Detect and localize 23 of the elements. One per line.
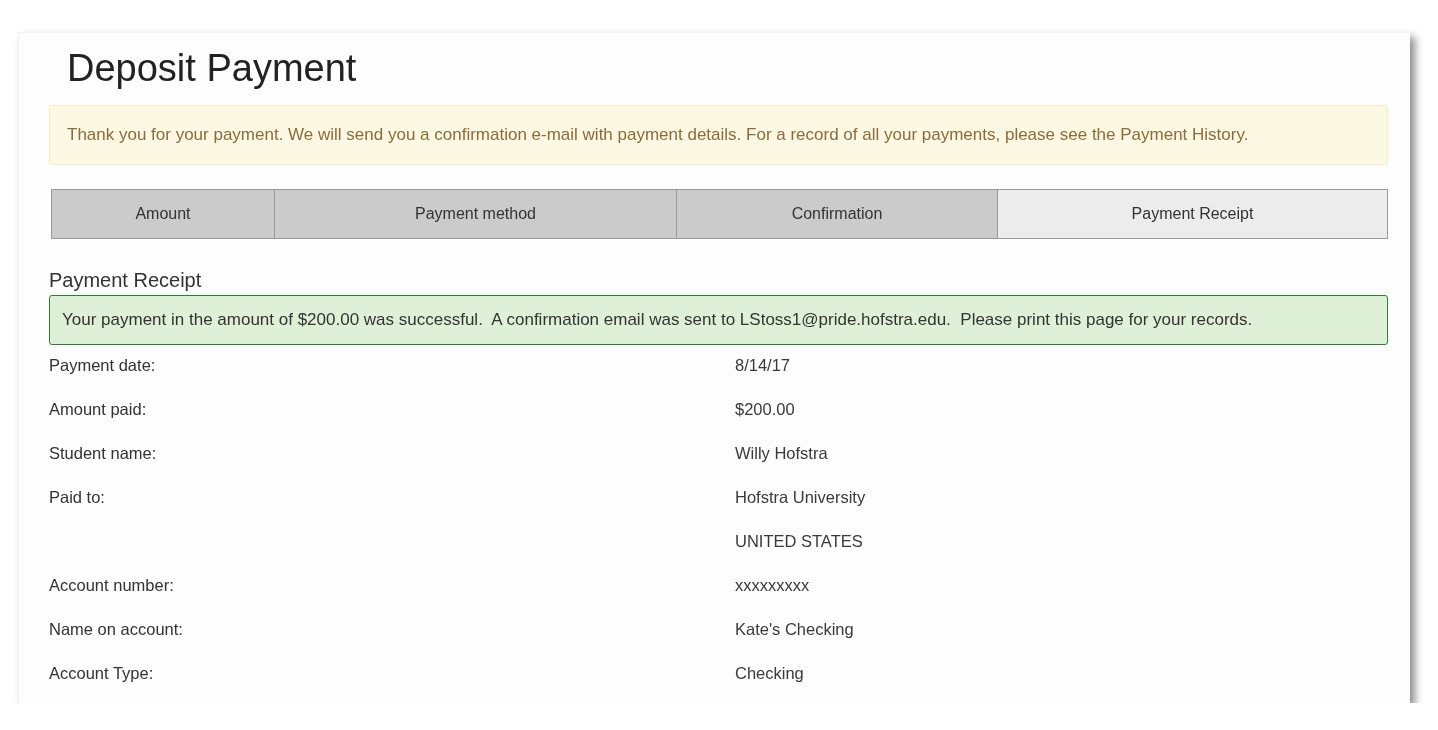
field-label: Account Type:: [49, 663, 154, 684]
field-label: Student name:: [49, 443, 157, 464]
success-message: Your payment in the amount of $200.00 was successful. A confirmation email was sent to LStoss1@pride.hofstra.edu. Please print this page for your records.: [49, 295, 1388, 345]
field-value: Willy Hofstra: [735, 443, 828, 464]
step-tab[interactable]: Payment method: [274, 190, 676, 238]
field-value: 8/14/17: [735, 355, 791, 376]
field-value: Checking: [735, 663, 804, 684]
field-value: $200.00: [735, 399, 795, 420]
section-heading: Payment Receipt: [49, 268, 202, 292]
field-value: Kate's Checking: [735, 619, 854, 640]
thank-you-notice: Thank you for your payment. We will send you a confirmation e-mail with payment details. For a record of all your payments, please see the Payment History.: [49, 105, 1388, 165]
field-label: Account number:: [49, 575, 174, 596]
field-label: Name on account:: [49, 619, 183, 640]
field-value: Hofstra University: [735, 487, 866, 508]
field-value: UNITED STATES: [735, 531, 863, 552]
field-label: Amount paid:: [49, 399, 147, 420]
page-title: Deposit Payment: [67, 46, 357, 91]
field-label: Payment date:: [49, 355, 156, 376]
field-value: xxxxxxxxx: [735, 575, 810, 596]
field-label: Paid to:: [49, 487, 105, 508]
step-tab[interactable]: Payment Receipt: [997, 190, 1387, 238]
step-tab[interactable]: Confirmation: [676, 190, 997, 238]
step-tab[interactable]: Amount: [52, 190, 274, 238]
